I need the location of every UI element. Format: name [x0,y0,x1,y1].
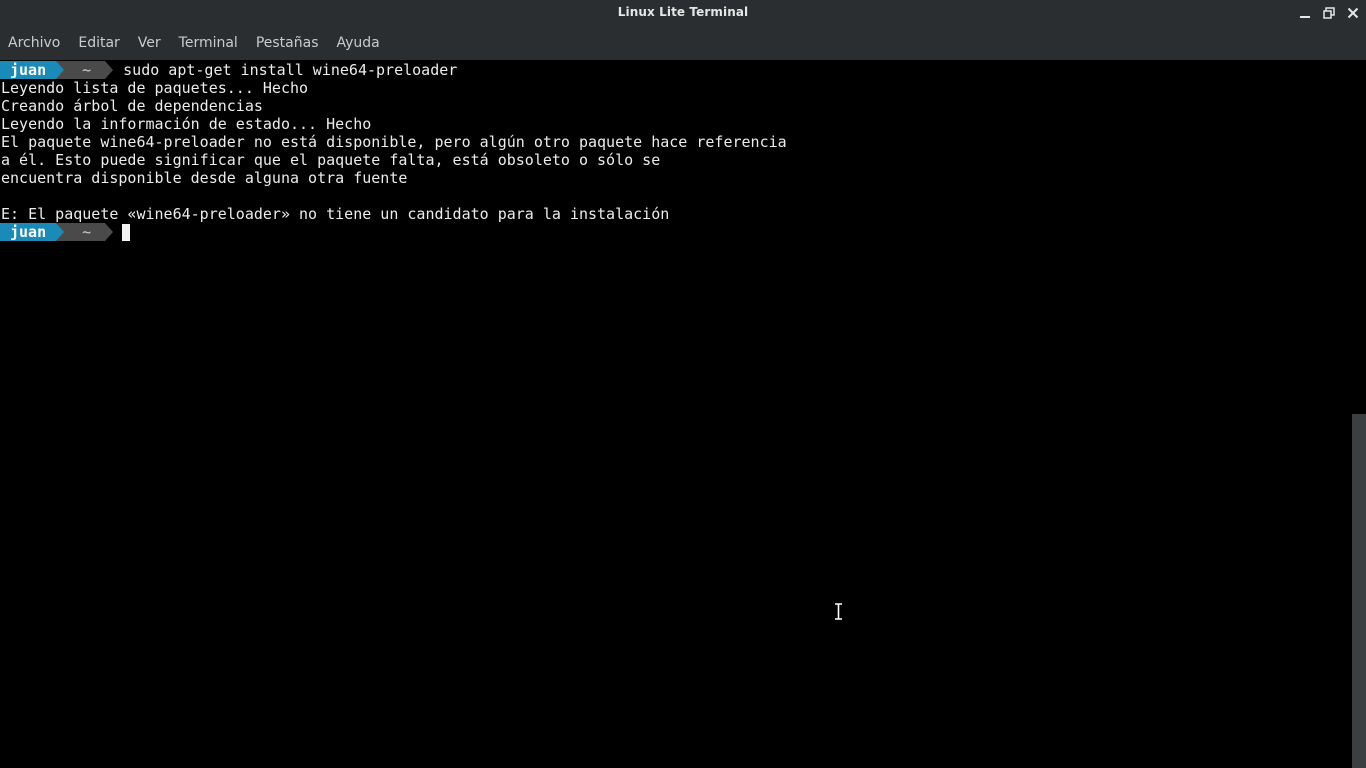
prompt-user: juan [0,223,57,241]
terminal-area[interactable]: juan ~ sudo apt-get install wine64-prelo… [0,60,1352,768]
prompt-separator-icon [56,223,65,241]
scrollbar[interactable] [1352,60,1366,768]
terminal-window: Linux Lite Terminal Archivo Editar Ver T… [0,0,1366,768]
window-controls [1296,4,1362,22]
prompt-separator-icon [105,61,114,79]
title-bar[interactable]: Linux Lite Terminal [0,0,1366,26]
prompt-dir: ~ [64,223,106,241]
output-line: Leyendo la información de estado... Hech… [1,115,372,133]
menu-editar[interactable]: Editar [78,35,119,51]
minimize-icon[interactable] [1296,4,1314,22]
menu-pestanas[interactable]: Pestañas [256,35,319,51]
output-line: a él. Esto puede significar que el paque… [1,151,661,169]
menu-ayuda[interactable]: Ayuda [337,35,380,51]
menu-ver[interactable]: Ver [138,35,161,51]
command-text: sudo apt-get install wine64-preloader [123,61,458,79]
error-line: E: El paquete «wine64-preloader» no tien… [1,205,670,223]
menu-terminal[interactable]: Terminal [179,35,238,51]
prompt-user: juan [0,61,57,79]
prompt-line: juan ~ [0,223,131,241]
prompt-line: juan ~ sudo apt-get install wine64-prelo… [0,61,457,79]
ibeam-cursor-icon [834,603,843,620]
prompt-separator-icon [56,61,65,79]
close-icon[interactable] [1344,4,1362,22]
output-line: Leyendo lista de paquetes... Hecho [1,79,309,97]
text-cursor [122,223,131,241]
menu-archivo[interactable]: Archivo [8,35,60,51]
scrollbar-thumb[interactable] [1352,414,1366,768]
prompt-dir: ~ [64,61,106,79]
window-title: Linux Lite Terminal [617,5,749,19]
output-line: El paquete wine64-preloader no está disp… [1,133,787,151]
maximize-icon[interactable] [1320,4,1338,22]
menu-bar: Archivo Editar Ver Terminal Pestañas Ayu… [0,26,1366,60]
output-line: Creando árbol de dependencias [1,97,263,115]
output-line: encuentra disponible desde alguna otra f… [1,169,408,187]
prompt-separator-icon [105,223,114,241]
